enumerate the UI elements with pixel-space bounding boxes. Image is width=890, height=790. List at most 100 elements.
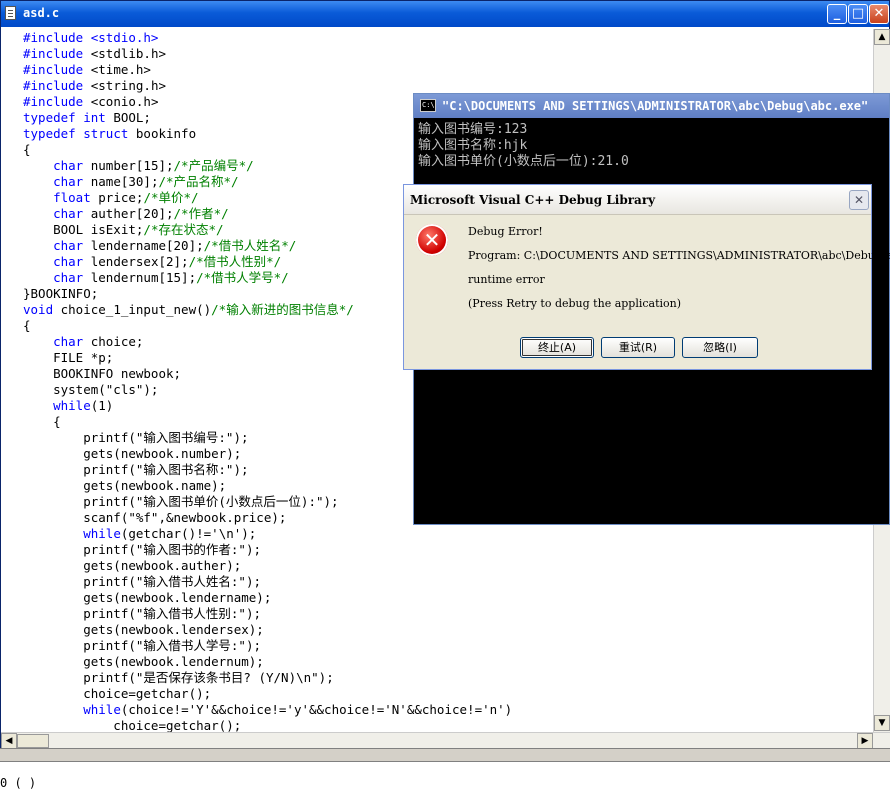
code-line: char lendersex[2];/*借书人性别*/ — [23, 254, 281, 270]
code-line: char name[30];/*产品名称*/ — [23, 174, 239, 190]
code-token: struct — [83, 126, 129, 141]
console-line: 输入图书名称:hjk — [418, 138, 528, 153]
code-token: system("cls"); — [23, 382, 159, 397]
code-token: char — [53, 174, 84, 189]
code-token: (1) — [90, 398, 114, 413]
code-token: printf("输入借书人性别:"); — [23, 606, 262, 621]
scroll-down-button[interactable]: ▼ — [874, 715, 890, 731]
code-token: /*借书人姓名*/ — [203, 238, 297, 253]
code-token: choice=getchar(); — [23, 686, 212, 701]
code-token: gets(newbook.name); — [23, 478, 227, 493]
code-token: char — [53, 334, 84, 349]
horizontal-scrollbar[interactable]: ◀ ▶ — [1, 732, 890, 749]
code-token: while — [53, 398, 91, 413]
code-token: gets(newbook.number); — [23, 446, 242, 461]
code-token: <string.h> — [83, 78, 167, 93]
code-token: choice_1_input_new() — [53, 302, 212, 317]
console-titlebar[interactable]: C:\ "C:\DOCUMENTS AND SETTINGS\ADMINISTR… — [414, 94, 889, 118]
code-line: gets(newbook.lendernum); — [23, 654, 264, 670]
scroll-right-button[interactable]: ▶ — [857, 733, 873, 749]
code-token: #include — [23, 62, 84, 77]
code-line: char auther[20];/*作者*/ — [23, 206, 229, 222]
scroll-up-button[interactable]: ▲ — [874, 29, 890, 45]
code-line: while(choice!='Y'&&choice!='y'&&choice!=… — [23, 702, 512, 718]
code-token: printf("输入图书编号:"); — [23, 430, 249, 445]
code-token: typedef — [23, 110, 76, 125]
code-token: char — [53, 158, 84, 173]
console-icon: C:\ — [420, 99, 436, 112]
code-token: { — [23, 318, 31, 333]
code-token: scanf("%f",&newbook.price); — [23, 510, 287, 525]
dialog-close-button[interactable]: ✕ — [849, 190, 869, 210]
close-button[interactable]: ✕ — [869, 4, 889, 24]
code-token: #include <stdio.h> — [23, 30, 159, 45]
code-token: #include — [23, 78, 84, 93]
code-token: #include — [23, 94, 84, 109]
code-line: #include <stdio.h> — [23, 30, 158, 46]
code-token: gets(newbook.lendernum); — [23, 654, 264, 669]
code-line: { — [23, 318, 31, 334]
retry-button[interactable]: 重试(R) — [601, 337, 675, 358]
console-line: 输入图书编号:123 — [418, 122, 528, 137]
code-line: char number[15];/*产品编号*/ — [23, 158, 254, 174]
code-token: lendersex[2]; — [83, 254, 189, 269]
code-token: /*产品名称*/ — [158, 174, 239, 189]
code-line: #include <time.h> — [23, 62, 151, 78]
code-token: FILE *p; — [23, 350, 114, 365]
code-line: while(getchar()!='\n'); — [23, 526, 256, 542]
code-token: printf("输入图书名称:"); — [23, 462, 249, 477]
maximize-button[interactable]: □ — [848, 4, 868, 24]
code-token: gets(newbook.lendername); — [23, 590, 272, 605]
code-line: printf("输入借书人性别:"); — [23, 606, 261, 622]
code-token: /*借书人学号*/ — [196, 270, 289, 285]
code-line: choice=getchar(); — [23, 718, 241, 732]
editor-titlebar[interactable]: asd.c _ □ ✕ — [1, 1, 889, 27]
code-token: while — [83, 702, 121, 717]
code-token: (choice!='Y'&&choice!='y'&&choice!='N'&&… — [120, 702, 513, 717]
code-token: #include — [23, 46, 84, 61]
pane-splitter[interactable] — [0, 748, 890, 762]
code-token: /*借书人性别*/ — [188, 254, 282, 269]
error-hint: (Press Retry to debug the application) — [468, 297, 682, 310]
dialog-title: Microsoft Visual C++ Debug Library — [410, 193, 656, 207]
code-token: BOOKINFO newbook; — [23, 366, 182, 381]
code-line: printf("输入借书人学号:"); — [23, 638, 261, 654]
code-token: char — [53, 206, 84, 221]
abort-button[interactable]: 终止(A) — [520, 337, 594, 358]
code-line: while(1) — [23, 398, 113, 414]
code-line: #include <string.h> — [23, 78, 166, 94]
code-token: }BOOKINFO; — [23, 286, 99, 301]
code-token: choice; — [83, 334, 144, 349]
code-token: gets(newbook.lendersex); — [23, 622, 264, 637]
code-line: BOOL isExit;/*存在状态*/ — [23, 222, 223, 238]
code-token: gets(newbook.auther); — [23, 558, 242, 573]
code-line: char lendername[20];/*借书人姓名*/ — [23, 238, 296, 254]
minimize-button[interactable]: _ — [827, 4, 847, 24]
code-token: bookinfo — [128, 126, 197, 141]
code-token: typedef — [23, 126, 76, 141]
dialog-titlebar[interactable]: Microsoft Visual C++ Debug Library ✕ — [404, 185, 871, 215]
code-token: while — [83, 526, 121, 541]
scroll-left-button[interactable]: ◀ — [1, 733, 17, 749]
code-line: #include <stdlib.h> — [23, 46, 166, 62]
code-token: printf("输入图书单价(小数点后一位):"); — [23, 494, 339, 509]
console-title: "C:\DOCUMENTS AND SETTINGS\ADMINISTRATOR… — [442, 99, 869, 113]
code-line: { — [23, 142, 31, 158]
code-token: <time.h> — [83, 62, 151, 77]
code-line: choice=getchar(); — [23, 686, 211, 702]
scroll-thumb[interactable] — [17, 734, 49, 748]
code-line: printf("输入图书的作者:"); — [23, 542, 261, 558]
code-token: printf("是否保存该条书目? (Y/N)\n"); — [23, 670, 334, 685]
code-token: /*输入新进的图书信息*/ — [211, 302, 354, 317]
code-token: printf("输入借书人姓名:"); — [23, 574, 262, 589]
code-line: BOOKINFO newbook; — [23, 366, 181, 382]
ignore-button[interactable]: 忽略(I) — [682, 337, 758, 358]
